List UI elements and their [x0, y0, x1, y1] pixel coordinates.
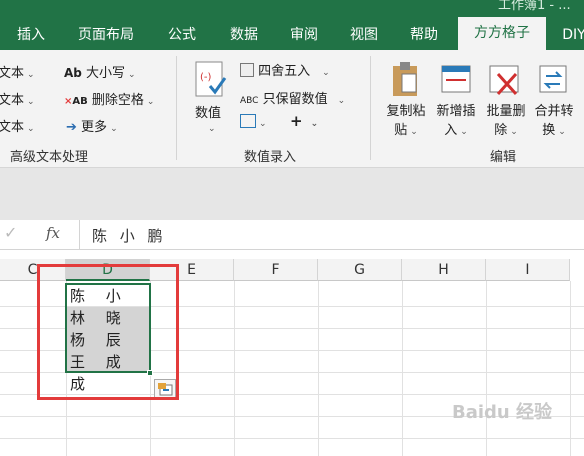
group-label-edit: 编辑 — [490, 150, 517, 165]
column-header-i[interactable]: I — [486, 259, 570, 281]
batch-delete-icon — [488, 62, 522, 100]
insert-row-icon — [440, 62, 472, 100]
text-dropdown-3[interactable]: 文本 ⌄ — [0, 116, 35, 135]
batch-delete-button[interactable]: 批量删除 ⌄ — [484, 100, 528, 138]
formula-input[interactable]: 陈 小 鹏 — [92, 225, 167, 246]
grid-line — [402, 281, 403, 456]
chevron-down-icon: ⌄ — [460, 127, 468, 137]
tab-view[interactable]: 视图 — [338, 22, 390, 50]
worksheet: C D E F G H I 陈 小 鹏 林 晓 玲 杨 辰 王 成 成 Baid… — [0, 250, 584, 456]
value-button-chevron[interactable]: ⌄ — [205, 120, 216, 135]
remove-space-icon: ×AB — [64, 96, 88, 107]
grid-line — [486, 281, 487, 456]
grid-line — [0, 438, 584, 439]
formula-controls: ✓ fx — [0, 220, 80, 249]
grid-line — [318, 281, 319, 456]
chevron-down-icon: ⌄ — [208, 124, 216, 134]
watermark: Baidu 经验 — [452, 402, 553, 423]
group-divider — [176, 56, 177, 160]
grid-line — [570, 281, 571, 456]
ribbon-collapsed-area — [0, 168, 584, 220]
svg-text:(-): (-) — [200, 72, 212, 83]
chevron-down-icon: ⌄ — [510, 127, 518, 137]
tab-formulas[interactable]: 公式 — [156, 22, 208, 50]
value-button[interactable]: 数值 — [195, 102, 221, 121]
more-button[interactable]: ➔ 更多 ⌄ — [66, 116, 118, 135]
tab-fangfang-gezi[interactable]: 方方格子 — [458, 17, 546, 50]
chevron-down-icon: ⌄ — [337, 96, 346, 106]
round-button[interactable]: 四舍五入 ⌄ — [240, 60, 330, 79]
text-dropdown-2[interactable]: 文本 ⌄ — [0, 89, 35, 108]
grid-line — [234, 281, 235, 456]
chevron-down-icon: ⌄ — [558, 127, 566, 137]
group-label-number: 数值录入 — [244, 150, 297, 165]
clipboard-icon — [390, 60, 420, 102]
insert-button[interactable]: 新增插入 ⌄ — [434, 100, 478, 138]
highlight-annotation-box — [37, 264, 179, 400]
chevron-down-icon: ⌄ — [27, 97, 35, 107]
arrow-right-icon: ➔ — [66, 120, 77, 135]
chevron-down-icon: ⌄ — [27, 124, 35, 134]
tab-data[interactable]: 数据 — [218, 22, 270, 50]
chevron-down-icon: ⌄ — [27, 70, 35, 80]
column-header-g[interactable]: G — [318, 259, 402, 281]
edit-pen-button[interactable]: ⌄ — [240, 114, 267, 130]
tab-page-layout[interactable]: 页面布局 — [70, 22, 142, 50]
tab-help[interactable]: 帮助 — [398, 22, 450, 50]
ribbon: 文本 ⌄ 文本 ⌄ 文本 ⌄ Ab 大小写 ⌄ ×AB 删除空格 ⌄ ➔ 更多 ⌄ 高级文本… — [0, 50, 584, 168]
merge-convert-button[interactable]: 合并转换 ⌄ — [532, 100, 576, 138]
ribbon-tab-bar: 工作簿1 - ... 插入 页面布局 公式 数据 审阅 视图 帮助 方方格子 D… — [0, 0, 584, 50]
insert-function-icon[interactable]: fx — [46, 224, 60, 242]
column-header-f[interactable]: F — [234, 259, 318, 281]
round-icon — [240, 63, 254, 77]
keep-value-icon: ABC — [240, 96, 259, 106]
enter-check-icon[interactable]: ✓ — [4, 223, 17, 242]
tab-review[interactable]: 审阅 — [278, 22, 330, 50]
chevron-down-icon: ⌄ — [410, 127, 418, 137]
chevron-down-icon: ⌄ — [310, 119, 319, 129]
tab-diy[interactable]: DIY — [554, 22, 584, 50]
group-divider — [370, 56, 371, 160]
merge-convert-icon — [538, 62, 568, 100]
case-icon: Ab — [64, 66, 82, 80]
chevron-down-icon: ⌄ — [322, 68, 330, 78]
remove-space-button[interactable]: ×AB 删除空格 ⌄ — [64, 89, 154, 108]
text-dropdown-1[interactable]: 文本 ⌄ — [0, 62, 35, 81]
chevron-down-icon: ⌄ — [146, 97, 155, 107]
chevron-down-icon: ⌄ — [110, 124, 118, 134]
value-icon: (-) — [194, 60, 228, 104]
keep-value-button[interactable]: ABC 只保留数值 ⌄ — [240, 88, 345, 107]
plus-button[interactable]: + ⌄ — [290, 112, 318, 130]
group-label-text: 高级文本处理 — [10, 150, 89, 165]
window-title-fragment: 工作簿1 - ... — [498, 0, 571, 13]
case-button[interactable]: Ab 大小写 ⌄ — [64, 62, 136, 81]
column-header-h[interactable]: H — [402, 259, 486, 281]
formula-bar: ✓ fx 陈 小 鹏 — [0, 220, 584, 250]
chevron-down-icon: ⌄ — [128, 70, 136, 80]
copy-paste-button[interactable]: 复制粘贴 ⌄ — [384, 100, 428, 138]
pen-icon — [240, 114, 256, 128]
chevron-down-icon: ⌄ — [259, 119, 267, 129]
tab-insert[interactable]: 插入 — [6, 22, 56, 50]
